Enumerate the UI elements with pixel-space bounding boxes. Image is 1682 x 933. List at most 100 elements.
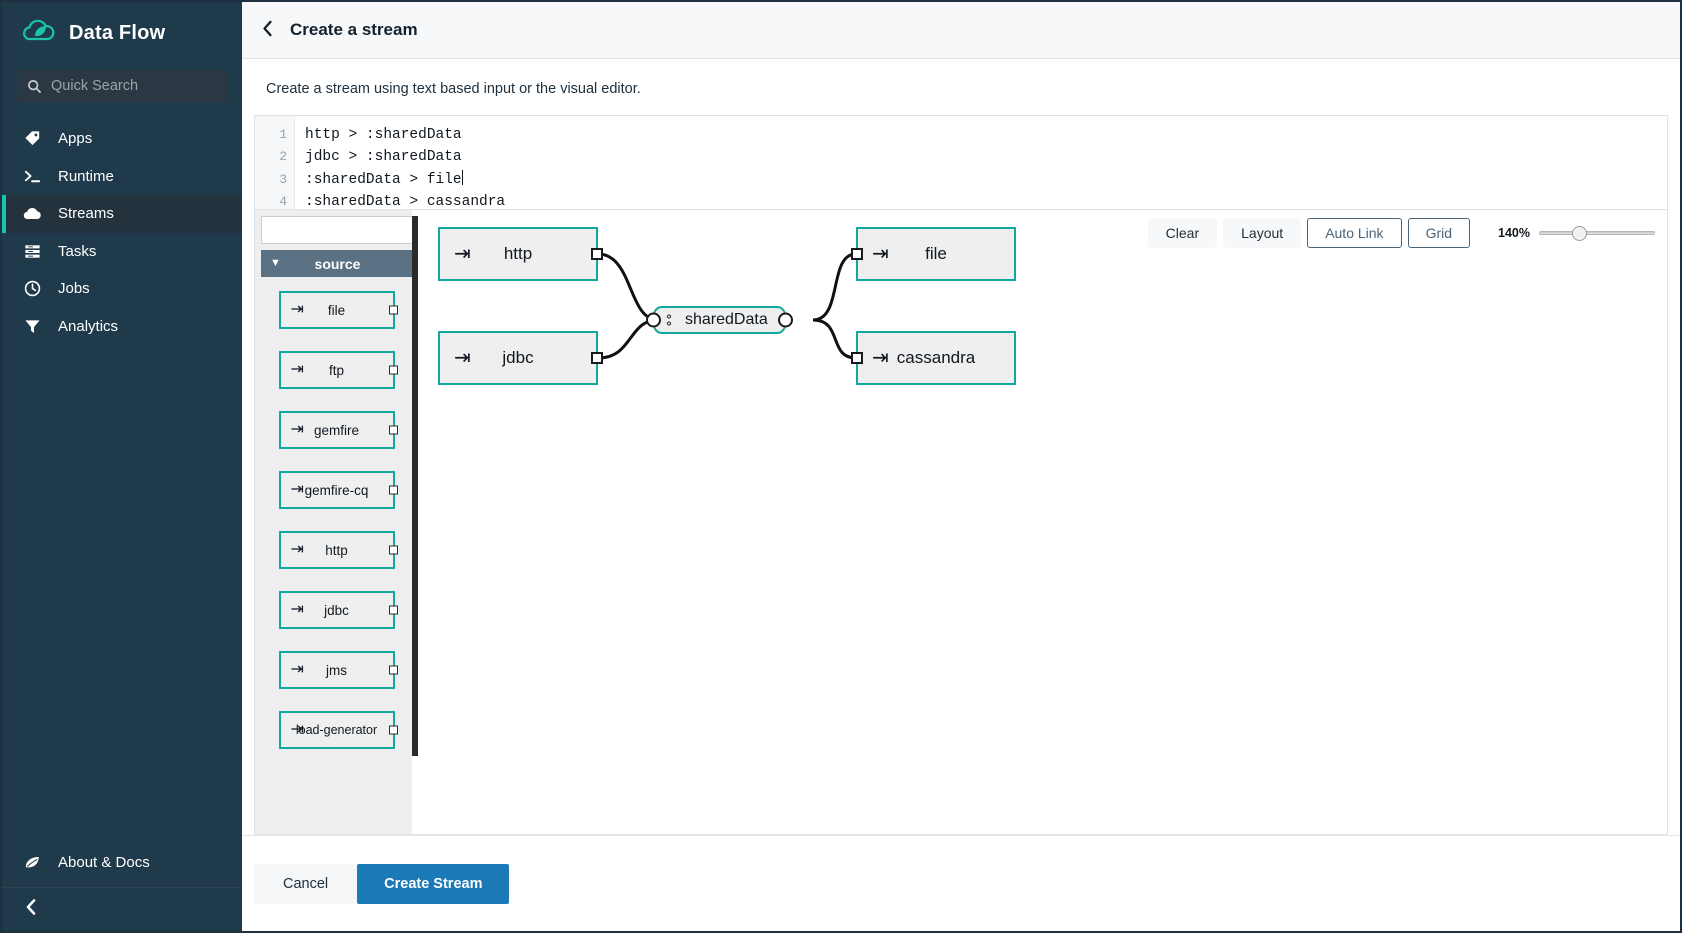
stream-dsl-editor[interactable]: 1 2 3 4 http > :sharedData jdbc > :share… [254, 115, 1668, 209]
back-chevron-left-icon[interactable] [262, 20, 273, 41]
leaf-icon [22, 852, 42, 872]
flow-node-input-port[interactable] [851, 352, 863, 364]
intro-text: Create a stream using text based input o… [266, 81, 641, 97]
source-arrow-icon: ⇥ [454, 243, 471, 265]
main-content: Create a stream Create a stream using te… [242, 2, 1680, 931]
cloud-icon [22, 204, 42, 224]
palette-item-load-generator[interactable]: ⇥ load-generator [278, 711, 398, 749]
auto-link-button[interactable]: Auto Link [1307, 218, 1402, 248]
code-line: :sharedData > cassandra [305, 194, 506, 209]
palette-item-http[interactable]: ⇥ http [278, 531, 398, 569]
sidebar-item-jobs[interactable]: Jobs [2, 270, 242, 308]
sidebar-item-streams[interactable]: Streams [2, 195, 242, 233]
sidebar-collapse-button[interactable] [2, 887, 242, 931]
flow-node-file[interactable]: ⇥ file [851, 227, 1016, 281]
sidebar-item-apps[interactable]: Apps [2, 120, 242, 158]
flow-designer: ▼ source ⇥ file ⇥ ftp ⇥ gemfire ⇥ gemfir… [254, 209, 1668, 835]
palette-item-port [388, 305, 398, 315]
sidebar-item-label: Analytics [58, 317, 119, 335]
palette-item-gemfire-cq[interactable]: ⇥ gemfire-cq [278, 471, 398, 509]
line-number: 1 [279, 127, 287, 142]
flow-node-output-port[interactable] [591, 352, 603, 364]
palette-item-port [388, 725, 398, 735]
tag-icon [22, 129, 42, 149]
palette-group-source[interactable]: ▼ source [261, 250, 418, 277]
leaf-cloud-logo-icon [22, 19, 56, 47]
sidebar-item-label: Streams [58, 205, 114, 223]
sidebar-item-runtime[interactable]: Runtime [2, 158, 242, 196]
app-palette: ▼ source ⇥ file ⇥ ftp ⇥ gemfire ⇥ gemfir… [255, 210, 418, 834]
canvas-toolbar: Clear Layout Auto Link Grid 140% [1147, 218, 1655, 248]
palette-item-ftp[interactable]: ⇥ ftp [278, 351, 398, 389]
flow-node-input-port[interactable] [646, 312, 661, 328]
editor-code-area[interactable]: http > :sharedData jdbc > :sharedData :s… [295, 116, 1667, 209]
palette-item-port [388, 665, 398, 675]
zoom-slider-track [1539, 231, 1655, 235]
source-arrow-icon: ⇥ [290, 541, 304, 558]
sidebar-item-label: Apps [58, 130, 93, 148]
flow-node-input-port[interactable] [851, 248, 863, 260]
source-arrow-icon: ⇥ [290, 361, 304, 378]
editor-gutter: 1 2 3 4 [255, 116, 295, 209]
palette-item-jdbc[interactable]: ⇥ jdbc [278, 591, 398, 629]
sidebar-nav: Apps Runtime Streams Tasks Jobs Analytic… [2, 120, 242, 345]
flow-node-jdbc[interactable]: ⇥ jdbc [438, 331, 603, 385]
create-stream-button[interactable]: Create Stream [357, 863, 510, 904]
cancel-button[interactable]: Cancel [254, 863, 358, 904]
line-number: 3 [279, 171, 287, 187]
funnel-icon [22, 316, 42, 336]
clear-button[interactable]: Clear [1147, 218, 1218, 248]
chevron-left-icon [24, 898, 38, 921]
palette-item-port [388, 605, 398, 615]
flow-links [597, 252, 857, 360]
source-arrow-icon: ⇥ [290, 601, 304, 618]
zoom-control: 140% [1498, 225, 1655, 241]
clock-icon [22, 279, 42, 299]
line-number: 4 [279, 194, 287, 209]
text-caret [461, 169, 463, 185]
palette-filter-input[interactable] [261, 216, 413, 244]
layout-button[interactable]: Layout [1223, 218, 1302, 248]
flow-node-shared-data[interactable]: sharedData [646, 306, 793, 334]
flow-node-output-port[interactable] [591, 248, 603, 260]
page-title: Create a stream [290, 20, 418, 39]
source-arrow-icon: ⇥ [454, 347, 471, 369]
sidebar-item-analytics[interactable]: Analytics [2, 308, 242, 346]
flow-canvas[interactable]: Clear Layout Auto Link Grid 140% ⇥ http … [418, 210, 1667, 834]
sidebar-item-label: Runtime [58, 167, 114, 185]
flow-node-output-port[interactable] [777, 312, 793, 328]
sidebar-item-about-docs[interactable]: About & Docs [2, 837, 242, 887]
source-arrow-icon: ⇥ [290, 421, 304, 438]
brand: Data Flow [2, 2, 242, 64]
app-window: Data Flow Quick Search Apps Runtime Stre… [0, 0, 1682, 933]
form-footer: Cancel Create Stream [242, 835, 1680, 931]
caret-down-icon: ▼ [270, 257, 281, 269]
palette-item-jms[interactable]: ⇥ jms [278, 651, 398, 689]
search-input[interactable]: Quick Search [17, 70, 227, 102]
terminal-icon [22, 166, 42, 186]
source-arrow-icon: ⇥ [290, 661, 304, 678]
sidebar-item-tasks[interactable]: Tasks [2, 233, 242, 271]
search-placeholder: Quick Search [51, 78, 139, 94]
source-arrow-icon: ⇥ [290, 301, 304, 318]
line-number: 2 [279, 149, 287, 165]
brand-title: Data Flow [69, 21, 166, 44]
zoom-slider[interactable] [1539, 225, 1655, 241]
sidebar-item-label: Jobs [58, 280, 90, 298]
flow-node-http[interactable]: ⇥ http [438, 227, 603, 281]
zoom-slider-thumb[interactable] [1572, 225, 1587, 241]
flow-graph: ⇥ http ⇥ jdbc sharedData ⇥ file ⇥ cassan… [418, 210, 1667, 834]
sidebar-item-label: About & Docs [58, 853, 150, 871]
zoom-level-label: 140% [1498, 226, 1530, 240]
intro-wrap: Create a stream using text based input o… [242, 59, 1680, 115]
palette-item-gemfire[interactable]: ⇥ gemfire [278, 411, 398, 449]
grid-button[interactable]: Grid [1407, 218, 1471, 248]
flow-node-cassandra[interactable]: ⇥ cassandra [851, 331, 1016, 385]
page-body: Create a stream using text based input o… [242, 59, 1680, 931]
sidebar: Data Flow Quick Search Apps Runtime Stre… [2, 2, 242, 931]
tap-dots-icon [667, 314, 671, 326]
palette-item-port [388, 365, 398, 375]
flow-node-label: sharedData [685, 311, 768, 328]
palette-item-file[interactable]: ⇥ file [278, 291, 398, 329]
source-arrow-icon: ⇥ [290, 721, 304, 738]
